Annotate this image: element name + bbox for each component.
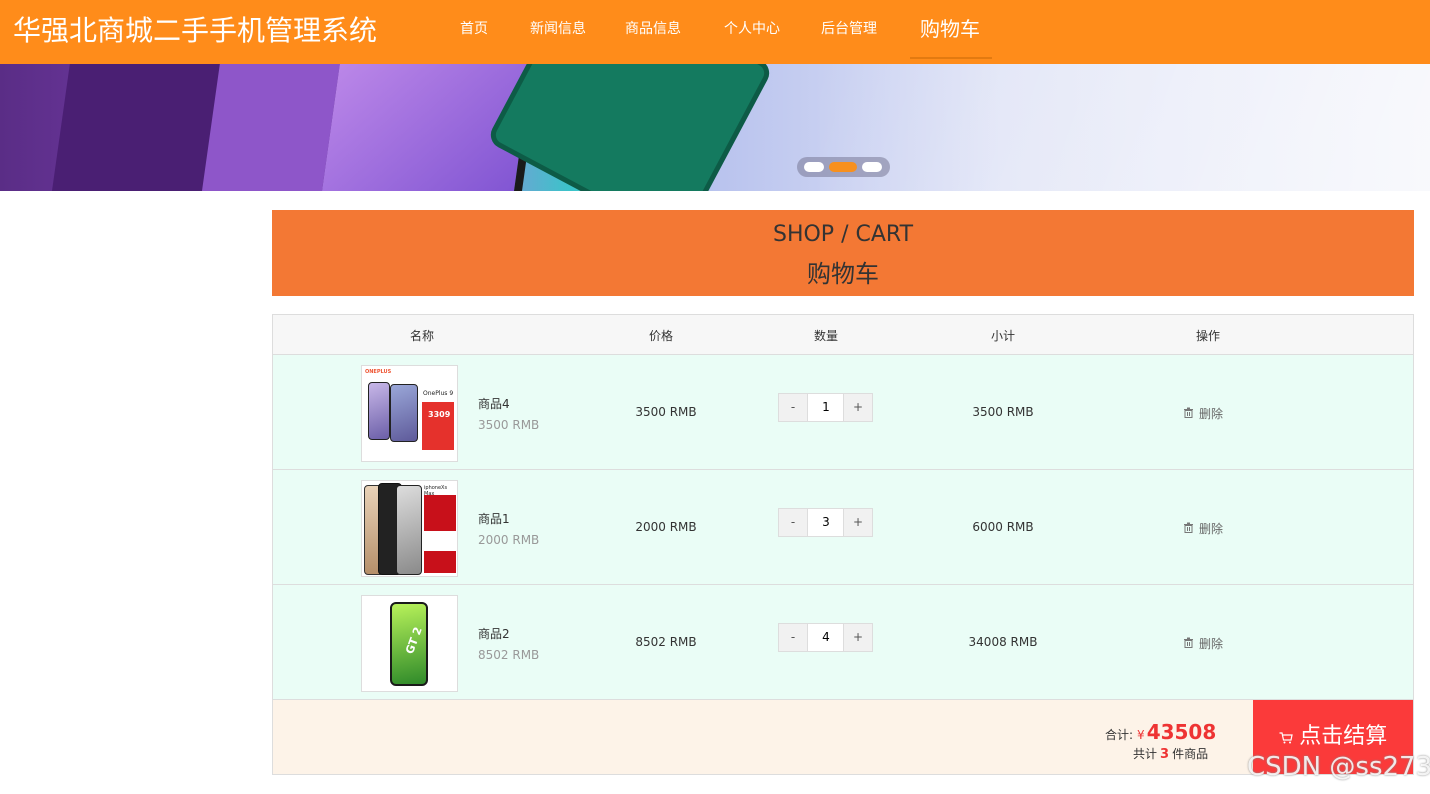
delete-button[interactable]: 删除 bbox=[1183, 520, 1223, 537]
price-cell: 8502 RMB bbox=[635, 635, 697, 649]
quantity-input[interactable]: 3 bbox=[809, 509, 843, 536]
currency-symbol: ¥ bbox=[1137, 728, 1145, 742]
header-actions: 操作 bbox=[1195, 329, 1221, 343]
price-cell: 3500 RMB bbox=[635, 405, 697, 419]
nav-products[interactable]: 商品信息 bbox=[625, 18, 681, 38]
section-title-en: SHOP / CART bbox=[772, 222, 914, 247]
top-header: 华强北商城二手手机管理系统 首页 新闻信息 商品信息 个人中心 后台管理 购物车 bbox=[0, 0, 1430, 64]
nav-home[interactable]: 首页 bbox=[460, 18, 488, 38]
product-name[interactable]: 商品4 bbox=[478, 395, 510, 412]
delete-label: 删除 bbox=[1199, 637, 1224, 651]
checkout-label: 点击结算 bbox=[1299, 724, 1388, 749]
table-header: 名称 价格 数量 小计 操作 bbox=[273, 315, 1413, 355]
nav-admin[interactable]: 后台管理 bbox=[821, 18, 877, 38]
thumb-brand: ONEPLUS bbox=[365, 369, 392, 375]
product-name[interactable]: 商品2 bbox=[478, 625, 510, 642]
product-unit-price: 3500 RMB bbox=[478, 418, 540, 432]
table-row: iphoneXs Max 商品1 2000 RMB 2000 RMB - 3 +… bbox=[273, 470, 1413, 585]
product-thumbnail[interactable]: GT 2 bbox=[361, 595, 458, 692]
header-price: 价格 bbox=[648, 329, 674, 343]
watermark: CSDN @ss273 bbox=[1247, 752, 1430, 782]
phone-image bbox=[390, 384, 418, 442]
quantity-stepper: - 4 + bbox=[778, 623, 873, 652]
cart-section-title: SHOP / CART 购物车 bbox=[272, 210, 1414, 296]
cart-summary: 合计: ¥43508 共计 3 件商品 点击结算 bbox=[273, 700, 1413, 774]
thumb-promo bbox=[424, 495, 456, 531]
total-amount: 43508 bbox=[1146, 720, 1217, 744]
carousel-dot[interactable] bbox=[804, 162, 824, 172]
item-count: 3 bbox=[1160, 747, 1170, 762]
banner-highlight bbox=[820, 64, 1430, 191]
nav-active-indicator bbox=[910, 57, 992, 59]
thumb-model: OnePlus 9 bbox=[423, 390, 454, 397]
subtotal-cell: 34008 RMB bbox=[968, 635, 1038, 649]
decrease-button[interactable]: - bbox=[779, 394, 808, 421]
cart-icon bbox=[1279, 731, 1297, 747]
header-name: 名称 bbox=[409, 329, 435, 343]
quantity-stepper: - 1 + bbox=[778, 393, 873, 422]
increase-button[interactable]: + bbox=[843, 509, 872, 536]
decrease-button[interactable]: - bbox=[779, 624, 808, 651]
product-unit-price: 8502 RMB bbox=[478, 648, 540, 662]
subtotal-cell: 6000 RMB bbox=[972, 520, 1034, 534]
table-row: ONEPLUS OnePlus 9 3309 商品4 3500 RMB 3500… bbox=[273, 355, 1413, 470]
thumb-promo bbox=[424, 551, 456, 573]
nav-news[interactable]: 新闻信息 bbox=[530, 18, 586, 38]
trash-icon bbox=[1183, 407, 1195, 421]
banner-phone-green bbox=[485, 64, 775, 191]
delete-button[interactable]: 删除 bbox=[1183, 405, 1223, 422]
section-title-cn: 购物车 bbox=[807, 260, 879, 288]
carousel-indicators bbox=[797, 157, 890, 177]
nav-profile[interactable]: 个人中心 bbox=[724, 18, 780, 38]
count-suffix: 件商品 bbox=[1172, 747, 1209, 761]
phone-image bbox=[368, 382, 390, 440]
total-label: 合计: bbox=[1105, 728, 1134, 742]
decrease-button[interactable]: - bbox=[779, 509, 808, 536]
banner-carousel[interactable] bbox=[0, 64, 1430, 191]
item-count-line: 共计 3 件商品 bbox=[1133, 745, 1208, 762]
increase-button[interactable]: + bbox=[843, 624, 872, 651]
delete-label: 删除 bbox=[1199, 407, 1224, 421]
carousel-dot[interactable] bbox=[862, 162, 882, 172]
product-name[interactable]: 商品1 bbox=[478, 510, 510, 527]
delete-label: 删除 bbox=[1199, 522, 1224, 536]
product-thumbnail[interactable]: ONEPLUS OnePlus 9 3309 bbox=[361, 365, 458, 462]
nav-cart[interactable]: 购物车 bbox=[920, 13, 980, 42]
phone-image bbox=[396, 485, 422, 575]
quantity-input[interactable]: 4 bbox=[809, 624, 843, 651]
product-unit-price: 2000 RMB bbox=[478, 533, 540, 547]
quantity-stepper: - 3 + bbox=[778, 508, 873, 537]
increase-button[interactable]: + bbox=[843, 394, 872, 421]
product-thumbnail[interactable]: iphoneXs Max bbox=[361, 480, 458, 577]
cart-table: 名称 价格 数量 小计 操作 ONEPLUS OnePlus 9 3309 商品… bbox=[272, 314, 1414, 775]
banner-shape bbox=[198, 64, 342, 191]
subtotal-cell: 3500 RMB bbox=[972, 405, 1034, 419]
carousel-dot-active[interactable] bbox=[829, 162, 857, 172]
header-quantity: 数量 bbox=[813, 329, 839, 343]
table-row: GT 2 商品2 8502 RMB 8502 RMB - 4 + 34008 R… bbox=[273, 585, 1413, 700]
delete-button[interactable]: 删除 bbox=[1183, 635, 1223, 652]
price-cell: 2000 RMB bbox=[635, 520, 697, 534]
quantity-input[interactable]: 1 bbox=[809, 394, 843, 421]
trash-icon bbox=[1183, 522, 1195, 536]
site-logo[interactable]: 华强北商城二手手机管理系统 bbox=[13, 9, 377, 49]
thumb-price: 3309 bbox=[428, 410, 451, 419]
header-subtotal: 小计 bbox=[990, 329, 1016, 343]
count-prefix: 共计 bbox=[1133, 747, 1158, 761]
total-line: 合计: ¥43508 bbox=[1105, 720, 1216, 744]
trash-icon bbox=[1183, 637, 1195, 651]
